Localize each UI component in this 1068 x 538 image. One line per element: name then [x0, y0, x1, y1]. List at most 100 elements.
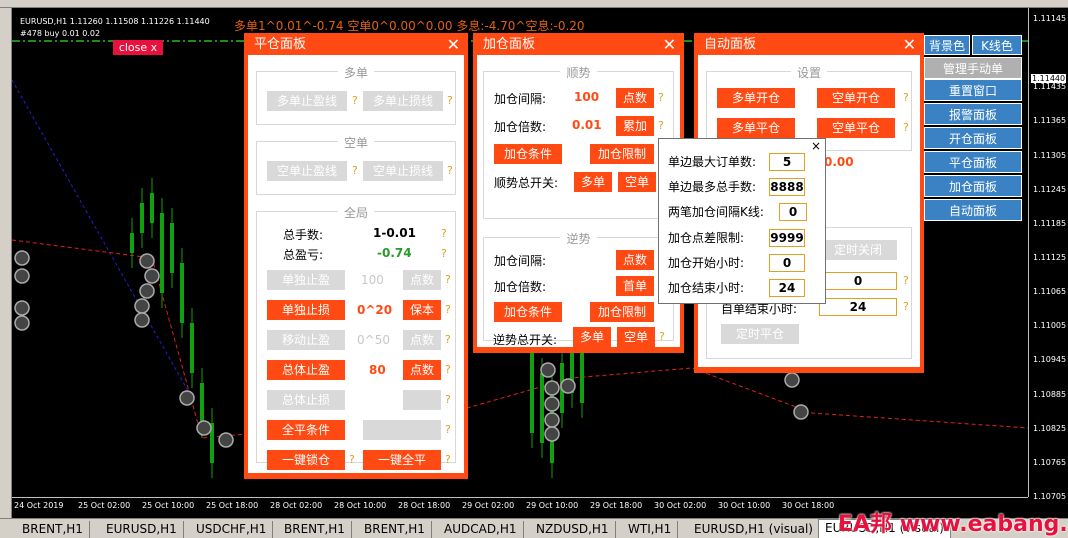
end-hour-input[interactable]: 24 — [819, 298, 897, 316]
help-icon[interactable]: ? — [445, 423, 451, 436]
start-hour-input[interactable]: 0 — [819, 272, 897, 290]
multiplier-value[interactable]: 0.01 — [572, 118, 602, 132]
counter-long-button[interactable]: 多单 — [573, 327, 611, 347]
timed-flat-button[interactable]: 定时平仓 — [721, 324, 799, 344]
long-close-button[interactable]: 多单平仓 — [717, 118, 795, 138]
counter-add-limit-button[interactable]: 加仓限制 — [590, 302, 654, 322]
reset-window-button[interactable]: 重置窗口 — [924, 79, 1022, 101]
help-icon[interactable]: ? — [903, 91, 909, 104]
single-sl-button[interactable]: 单独止损 — [267, 300, 345, 320]
help-icon[interactable]: ? — [903, 121, 909, 134]
bg-color-button[interactable]: 背景色 — [924, 35, 970, 55]
close-panel-button[interactable]: 平仓面板 — [924, 151, 1022, 173]
help-icon[interactable]: ? — [445, 363, 451, 376]
tab[interactable]: BRENT,H1 — [16, 521, 90, 538]
counter-short-button[interactable]: 空单 — [617, 327, 655, 347]
one-key-lock-button[interactable]: 一键锁仓 — [267, 450, 345, 470]
auto-panel-button[interactable]: 自动面板 — [924, 199, 1022, 221]
bar-interval-input[interactable]: 0 — [779, 203, 807, 221]
help-icon[interactable]: ? — [903, 300, 909, 313]
manage-manual-button[interactable]: 管理手动单 — [924, 57, 1022, 79]
close-icon[interactable]: × — [811, 139, 821, 153]
interval-points-button[interactable]: 点数 — [616, 88, 654, 108]
close-icon[interactable]: ✕ — [447, 33, 460, 57]
help-icon[interactable]: ? — [352, 94, 358, 107]
close-all-limit-button[interactable] — [363, 420, 441, 440]
close-chart-button[interactable]: close x — [113, 40, 163, 55]
help-icon[interactable]: ? — [445, 303, 451, 316]
long-open-button[interactable]: 多单开仓 — [717, 88, 795, 108]
popup-end-hour-input[interactable]: 24 — [769, 279, 805, 297]
help-icon[interactable]: ? — [447, 164, 453, 177]
tab[interactable]: AUDCAD,H1 — [438, 521, 524, 538]
open-panel-button[interactable]: 开仓面板 — [924, 127, 1022, 149]
trailing-points-button[interactable]: 点数 — [403, 330, 441, 350]
help-icon[interactable]: ? — [441, 247, 447, 260]
help-icon[interactable]: ? — [445, 393, 451, 406]
max-lots-input[interactable]: 8888 — [769, 178, 805, 196]
close-panel-header[interactable]: 平仓面板 ✕ — [248, 33, 464, 55]
total-tp-button[interactable]: 总体止盈 — [267, 360, 345, 380]
add-condition-button[interactable]: 加仓条件 — [494, 144, 562, 164]
close-icon[interactable]: ✕ — [663, 33, 676, 57]
first-order-button[interactable]: 首单 — [616, 276, 654, 296]
help-icon[interactable]: ? — [441, 227, 447, 240]
total-sl-points-button[interactable] — [403, 390, 441, 410]
single-sl-value[interactable]: 0^20 — [357, 303, 392, 317]
close-all-condition-button[interactable]: 全平条件 — [267, 420, 345, 440]
help-icon[interactable]: ? — [352, 164, 358, 177]
tab[interactable]: WTI,H1 — [622, 521, 679, 538]
popup-start-hour-input[interactable]: 0 — [769, 254, 805, 272]
auto-panel-header[interactable]: 自动面板 ✕ — [698, 33, 920, 55]
tab[interactable]: BRENT,H1 — [278, 521, 352, 538]
total-tp-value[interactable]: 80 — [369, 363, 386, 377]
add-panel-button[interactable]: 加仓面板 — [924, 175, 1022, 197]
counter-points-button[interactable]: 点数 — [616, 250, 654, 270]
tab[interactable]: NZDUSD,H1 — [530, 521, 616, 538]
help-icon[interactable]: ? — [445, 453, 451, 466]
help-icon[interactable]: ? — [445, 333, 451, 346]
total-tp-points-button[interactable]: 点数 — [403, 360, 441, 380]
one-key-close-button[interactable]: 一键全平 — [363, 450, 441, 470]
k-color-button[interactable]: K线色 — [972, 35, 1022, 55]
single-tp-points-button[interactable]: 点数 — [403, 270, 441, 290]
help-icon[interactable]: ? — [659, 330, 665, 343]
short-close-button[interactable]: 空单平仓 — [817, 118, 895, 138]
add-panel-header[interactable]: 加仓面板 ✕ — [477, 33, 680, 55]
tab[interactable]: EURUSD,H1 — [100, 521, 184, 538]
trailing-stop-button[interactable]: 移动止盈 — [267, 330, 345, 350]
help-icon[interactable]: ? — [658, 119, 664, 132]
spread-limit-input[interactable]: 9999 — [769, 229, 805, 247]
short-open-button[interactable]: 空单开仓 — [817, 88, 895, 108]
long-sl-button[interactable]: 多单止损线 — [363, 91, 443, 111]
help-icon[interactable]: ? — [658, 91, 664, 104]
tab[interactable]: EURUSD,H1 (visual) — [688, 521, 820, 538]
single-tp-value[interactable]: 100 — [361, 273, 384, 287]
tab[interactable]: USDCHF,H1 — [190, 521, 274, 538]
interval-value[interactable]: 100 — [574, 90, 599, 104]
counter-multiplier-label: 加仓倍数: — [494, 280, 547, 294]
breakeven-button[interactable]: 保本 — [403, 300, 441, 320]
help-icon[interactable]: ? — [349, 453, 355, 466]
time-tick: 28 Oct 02:00 — [270, 501, 323, 510]
single-tp-button[interactable]: 单独止盈 — [267, 270, 345, 290]
close-icon[interactable]: ✕ — [903, 33, 916, 57]
alert-panel-button[interactable]: 报警面板 — [924, 103, 1022, 125]
counter-add-condition-button[interactable]: 加仓条件 — [494, 302, 562, 322]
short-tp-button[interactable]: 空单止盈线 — [267, 161, 347, 181]
timed-close-button[interactable]: 定时关闭 — [819, 240, 897, 260]
max-orders-input[interactable]: 5 — [769, 153, 805, 171]
trend-long-button[interactable]: 多单 — [574, 172, 612, 192]
total-sl-button[interactable]: 总体止损 — [267, 390, 345, 410]
help-icon[interactable]: ? — [445, 273, 451, 286]
trailing-stop-value[interactable]: 0^50 — [357, 333, 390, 347]
start-hour-label: 加仓开始小时: — [668, 256, 745, 270]
trend-short-button[interactable]: 空单 — [618, 172, 656, 192]
accumulate-button[interactable]: 累加 — [616, 116, 654, 136]
short-sl-button[interactable]: 空单止损线 — [363, 161, 443, 181]
help-icon[interactable]: ? — [903, 274, 909, 287]
help-icon[interactable]: ? — [447, 94, 453, 107]
long-tp-button[interactable]: 多单止盈线 — [267, 91, 347, 111]
add-limit-button[interactable]: 加仓限制 — [590, 144, 654, 164]
tab[interactable]: BRENT,H1 — [358, 521, 432, 538]
